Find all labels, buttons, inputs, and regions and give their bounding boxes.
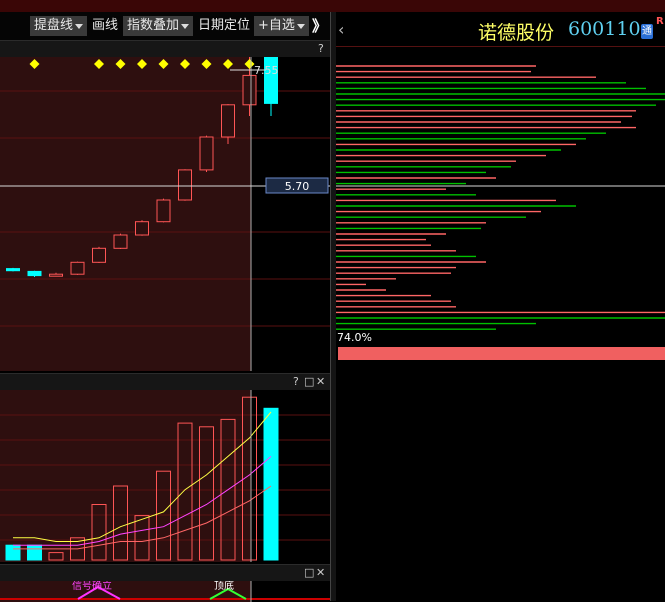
maximize-icon[interactable]: □: [304, 566, 314, 580]
candle-body: [199, 136, 214, 171]
maximize-icon[interactable]: □: [304, 375, 314, 389]
candle-body: [178, 169, 192, 201]
close-icon[interactable]: ✕: [316, 566, 325, 580]
candle-body: [27, 270, 42, 277]
candle-body: [113, 234, 128, 249]
kline-highlight-area: [0, 57, 251, 371]
candle-body: [70, 261, 85, 275]
chip-lines: [336, 65, 665, 330]
stock-code: 600110: [568, 18, 641, 40]
main-panel-header: ?: [0, 40, 330, 57]
indicator-chart[interactable]: 信号确立 顶底: [0, 581, 330, 602]
candle-body: [242, 74, 257, 106]
chip-ratio-label: 74.0%: [337, 331, 372, 344]
candle-body: [156, 199, 171, 223]
high-price-label: 7.55: [254, 64, 279, 77]
expand-icon[interactable]: 》: [312, 16, 327, 36]
tong-badge[interactable]: 通: [641, 24, 653, 39]
volume-bar: [263, 407, 279, 561]
add-watchlist-dropdown[interactable]: +自选: [254, 16, 309, 36]
volume-bar: [27, 544, 42, 561]
title-strip: [0, 0, 665, 12]
draw-line-button[interactable]: 画线: [92, 16, 118, 36]
volume-chart[interactable]: [0, 390, 330, 562]
volume-panel-header: ? □ ✕: [0, 373, 330, 390]
candle-body: [221, 104, 235, 138]
kline-chart[interactable]: 5.70 7.55: [0, 57, 330, 371]
candle-body: [49, 273, 63, 277]
chip-distribution[interactable]: 74.0%: [336, 46, 665, 366]
help-icon[interactable]: ?: [293, 375, 299, 389]
crosshair-price-label: 5.70: [285, 180, 310, 193]
date-locate-button[interactable]: 日期定位: [198, 16, 250, 36]
chip-ratio-bar: [338, 347, 665, 360]
stock-name: 诺德股份: [478, 22, 555, 44]
volume-bar: [5, 544, 21, 561]
indicator-panel-header: □ ✕: [0, 564, 330, 581]
index-overlay-dropdown[interactable]: 指数叠加: [123, 16, 194, 36]
candle-body: [92, 247, 106, 263]
candle-body: [6, 268, 20, 272]
signal-label-left: 信号确立: [72, 581, 112, 592]
overlay-line-dropdown[interactable]: 提盘线: [30, 16, 88, 36]
r-badge: R: [656, 16, 664, 27]
back-icon[interactable]: ‹: [338, 20, 344, 39]
close-icon[interactable]: ✕: [316, 375, 325, 389]
chart-toolbar: 提盘线 画线 指数叠加 日期定位 +自选: [0, 12, 330, 40]
candle-body: [135, 221, 149, 236]
help-icon[interactable]: ?: [318, 42, 324, 56]
signal-label-right: 顶底: [214, 581, 234, 592]
